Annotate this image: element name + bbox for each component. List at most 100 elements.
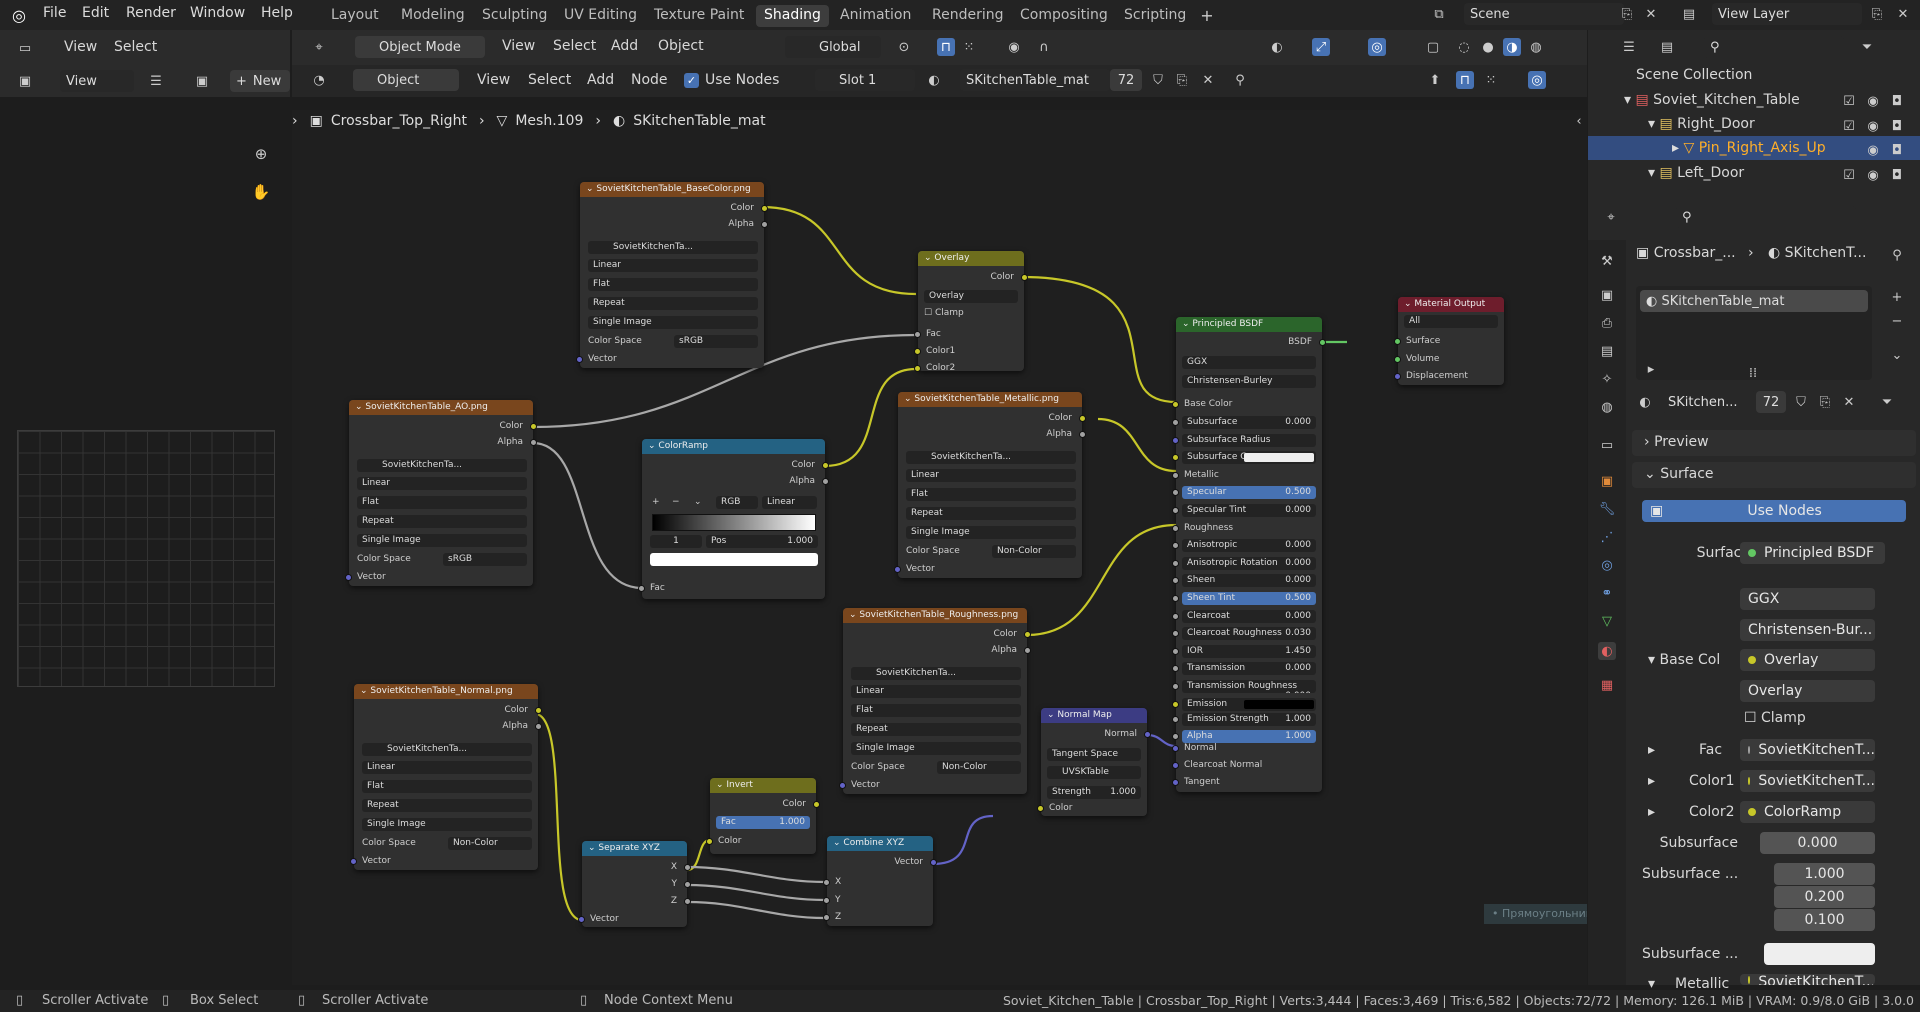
blend-mode-dropdown[interactable]: Overlay (924, 290, 1018, 303)
expand-icon[interactable]: ▾ (1648, 165, 1659, 181)
input-vector-socket[interactable] (894, 566, 901, 573)
input-color2-socket[interactable] (914, 365, 921, 372)
scene-collection-label[interactable]: Scene Collection (1636, 67, 1752, 83)
add-slot-icon[interactable]: + (1888, 288, 1906, 306)
output-alpha-socket[interactable] (1024, 647, 1031, 654)
extension-dropdown[interactable]: Repeat (851, 723, 1021, 736)
input-socket[interactable] (1172, 700, 1179, 708)
space-dropdown[interactable]: Tangent Space (1047, 748, 1141, 761)
remove-slot-icon[interactable]: − (1888, 312, 1906, 330)
input-socket[interactable] (1172, 471, 1179, 479)
new-scene-icon[interactable]: ⎘ (1618, 5, 1636, 23)
viewport-type-icon[interactable]: ⌖ (310, 38, 328, 56)
subsurface-radius-z-field[interactable]: 0.100 (1774, 909, 1875, 931)
node-header[interactable]: ⌄ SovietKitchenTable_Normal.png (354, 684, 538, 699)
extension-dropdown[interactable]: Repeat (588, 297, 758, 310)
expand-icon[interactable]: ▸ (1672, 140, 1683, 156)
bsdf-field[interactable]: Emission Strength 1.000 (1182, 712, 1316, 726)
menu-add-node[interactable]: Add (587, 72, 614, 88)
node-separate-xyz[interactable]: ⌄ Separate XYZ X Y Z Vector (578, 841, 691, 927)
shading-wire-icon[interactable]: ◌ (1455, 38, 1473, 56)
constraints-tab-icon[interactable]: ⚭ (1598, 584, 1616, 602)
gizmo-icon[interactable]: ⤢ (1312, 38, 1330, 56)
bsdf-field[interactable]: Clearcoat 0.000 (1182, 609, 1316, 623)
output-alpha-socket[interactable] (822, 478, 829, 485)
source-dropdown[interactable]: Single Image (357, 534, 527, 547)
projection-dropdown[interactable]: Flat (357, 496, 527, 509)
collection-tab-icon[interactable]: ▭ (1598, 436, 1616, 454)
collapse-icon[interactable]: ⌄ (648, 441, 658, 451)
tab-shading[interactable]: Shading (756, 5, 829, 27)
node-metallic-texture[interactable]: ⌄ SovietKitchenTable_Metallic.png Color … (894, 392, 1086, 578)
subsurface-radius-y-field[interactable]: 0.200 (1774, 886, 1875, 908)
node-header[interactable]: ⌄ SovietKitchenTable_Roughness.png (843, 608, 1027, 623)
expand-icon[interactable]: ▾ (1648, 116, 1659, 132)
image-selector[interactable]: SovietKitchenTa... (906, 451, 1076, 464)
clamp-checkbox[interactable]: ☐ Clamp (1744, 710, 1806, 726)
pin-icon[interactable]: ⚲ (1888, 246, 1906, 264)
image-selector[interactable]: SovietKitchenTa... (362, 743, 532, 756)
display-mode-icon[interactable]: ▤ (1658, 38, 1676, 56)
pivot-icon[interactable]: ⊙ (895, 38, 913, 56)
bsdf-field[interactable]: Specular 0.500 (1182, 486, 1316, 500)
color-space-dropdown[interactable]: sRGB (674, 335, 758, 348)
tab-compositing[interactable]: Compositing (1012, 5, 1116, 27)
color2-link-field[interactable]: ColorRamp (1740, 801, 1875, 823)
blend-mode-dropdown[interactable]: Overlay (1740, 680, 1875, 702)
interpolation-dropdown[interactable]: Linear (851, 685, 1021, 698)
shading-rendered-icon[interactable]: ◍ (1527, 38, 1545, 56)
input-socket[interactable] (1172, 612, 1179, 620)
input-socket[interactable] (1172, 542, 1179, 550)
input-vector-socket[interactable] (350, 858, 357, 865)
ramp-stop-color-swatch[interactable] (650, 553, 818, 566)
image-browse-icon[interactable]: ▣ (193, 72, 211, 90)
tab-rendering[interactable]: Rendering (924, 5, 1012, 27)
image-editor-type-icon[interactable]: ▣ (16, 72, 34, 90)
shading-material-icon[interactable]: ◑ (1503, 38, 1521, 56)
unlink-material-icon[interactable]: ✕ (1199, 71, 1217, 89)
collapse-icon[interactable]: ⌄ (355, 402, 365, 412)
eye-icon[interactable]: ◉ (1864, 117, 1882, 135)
color1-link-field[interactable]: SovietKitchenT... (1740, 770, 1875, 792)
base-color-label[interactable]: ▾ Base Col (1648, 652, 1720, 668)
subsurface-method-dropdown[interactable]: Christensen-Burley (1182, 375, 1316, 388)
node-overlay-icon[interactable]: ◎ (1528, 71, 1546, 89)
color-swatch[interactable] (1244, 453, 1314, 463)
input-tangent-socket[interactable] (1172, 779, 1179, 786)
input-x-socket[interactable] (823, 879, 830, 886)
surface-shader-field[interactable]: Principled BSDF (1740, 542, 1885, 564)
outliner-search-input[interactable]: ⚲ (1704, 36, 1844, 58)
tab-uv-editing[interactable]: UV Editing (556, 5, 645, 27)
shader-type-dropdown[interactable]: Object (353, 69, 459, 91)
node-colorramp[interactable]: ⌄ ColorRamp Color Alpha + − ⌄ RGB Linear… (638, 439, 829, 599)
output-color-socket[interactable] (761, 205, 768, 212)
bsdf-field[interactable]: Specular Tint 0.000 (1182, 504, 1316, 517)
outliner-item-pin-right[interactable]: ▸ ▽ Pin_Right_Axis_Up (1672, 140, 1826, 156)
interpolation-dropdown[interactable]: Linear (357, 477, 527, 490)
color-space-dropdown[interactable]: sRGB (443, 553, 527, 566)
menu-help[interactable]: Help (261, 5, 293, 21)
metallic-link-field[interactable]: SovietKitchenT... (1740, 974, 1875, 985)
output-color-socket[interactable] (813, 801, 820, 808)
output-color-socket[interactable] (822, 462, 829, 469)
input-fac-socket[interactable] (638, 585, 645, 592)
input-displacement-socket[interactable] (1394, 373, 1401, 380)
fac-slider[interactable]: Fac 1.000 (716, 816, 810, 829)
object-mode-dropdown[interactable]: Object Mode (355, 36, 485, 58)
xray-icon[interactable]: ▢ (1424, 38, 1442, 56)
overlay-icon[interactable]: ◎ (1368, 38, 1386, 56)
scene-tab-icon[interactable]: ✧ (1598, 370, 1616, 388)
input-socket[interactable] (1172, 733, 1179, 741)
color-space-dropdown[interactable]: Non-Color (992, 545, 1076, 558)
material-users-count[interactable]: 72 (1110, 69, 1142, 91)
input-socket[interactable] (1172, 454, 1179, 462)
input-socket[interactable] (1172, 665, 1179, 673)
output-vector-socket[interactable] (930, 859, 937, 866)
input-socket[interactable] (1172, 577, 1179, 585)
node-header[interactable]: ⌄ SovietKitchenTable_AO.png (349, 400, 533, 415)
output-alpha-socket[interactable] (530, 439, 537, 446)
node-editor-type-icon[interactable]: ◔ (310, 71, 328, 89)
shading-solid-icon[interactable]: ● (1479, 38, 1497, 56)
node-snap-icon[interactable]: ⊓ (1456, 71, 1474, 89)
bsdf-field[interactable]: Subsurface 0.000 (1182, 416, 1316, 429)
